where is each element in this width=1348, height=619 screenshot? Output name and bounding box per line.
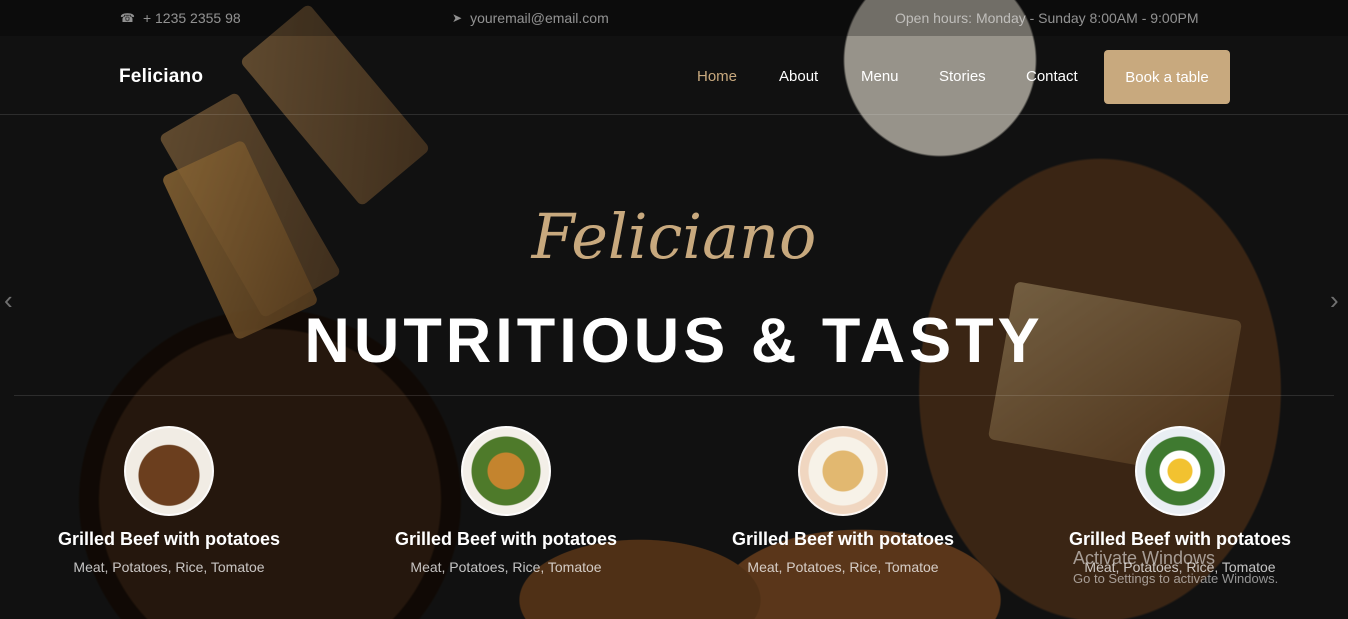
main-navbar: Feliciano Home About Menu Stories Contac… — [0, 36, 1348, 115]
phone-text: + 1235 2355 98 — [142, 10, 241, 26]
paper-plane-icon: ➤ — [452, 11, 463, 25]
nav-home[interactable]: Home — [697, 68, 737, 85]
phone-icon: ☎ — [120, 11, 135, 25]
open-hours-text: Open hours: Monday - Sunday 8:00AM - 9:0… — [895, 10, 1199, 26]
activate-windows-watermark: Activate Windows Go to Settings to activ… — [1073, 548, 1278, 586]
dish-name: Grilled Beef with potatoes — [731, 529, 955, 549]
top-info-bar: ☎ + 1235 2355 98 ➤ youremail@email.com O… — [0, 0, 1348, 36]
phone-info: ☎ + 1235 2355 98 — [120, 10, 241, 26]
open-hours: Open hours: Monday - Sunday 8:00AM - 9:0… — [895, 10, 1199, 26]
hero-script-title: Feliciano — [531, 200, 817, 273]
dish-name: Grilled Beef with potatoes — [1068, 529, 1292, 549]
brand-logo[interactable]: Feliciano — [119, 66, 203, 88]
dish-image — [124, 426, 214, 516]
watermark-title: Activate Windows — [1073, 548, 1216, 568]
nav-menu[interactable]: Menu — [861, 68, 899, 85]
book-table-button[interactable]: Book a table — [1104, 50, 1230, 104]
dish-description: Meat, Potatoes, Rice, Tomatoe — [410, 559, 602, 575]
dish-name: Grilled Beef with potatoes — [57, 529, 281, 549]
nav-contact[interactable]: Contact — [1026, 68, 1078, 85]
dish-image — [798, 426, 888, 516]
hero-title: NUTRITIOUS & TASTY — [304, 306, 1044, 376]
dish-image — [1135, 426, 1225, 516]
dish-image — [461, 426, 551, 516]
watermark-subtitle: Go to Settings to activate Windows. — [1073, 571, 1279, 586]
dish-name: Grilled Beef with potatoes — [394, 529, 618, 549]
email-text: youremail@email.com — [470, 10, 609, 26]
dish-description: Meat, Potatoes, Rice, Tomatoe — [73, 559, 265, 575]
email-info: ➤ youremail@email.com — [452, 10, 609, 26]
nav-about[interactable]: About — [779, 68, 818, 85]
hero-divider — [14, 395, 1334, 396]
dish-description: Meat, Potatoes, Rice, Tomatoe — [747, 559, 939, 575]
nav-stories[interactable]: Stories — [939, 68, 986, 85]
